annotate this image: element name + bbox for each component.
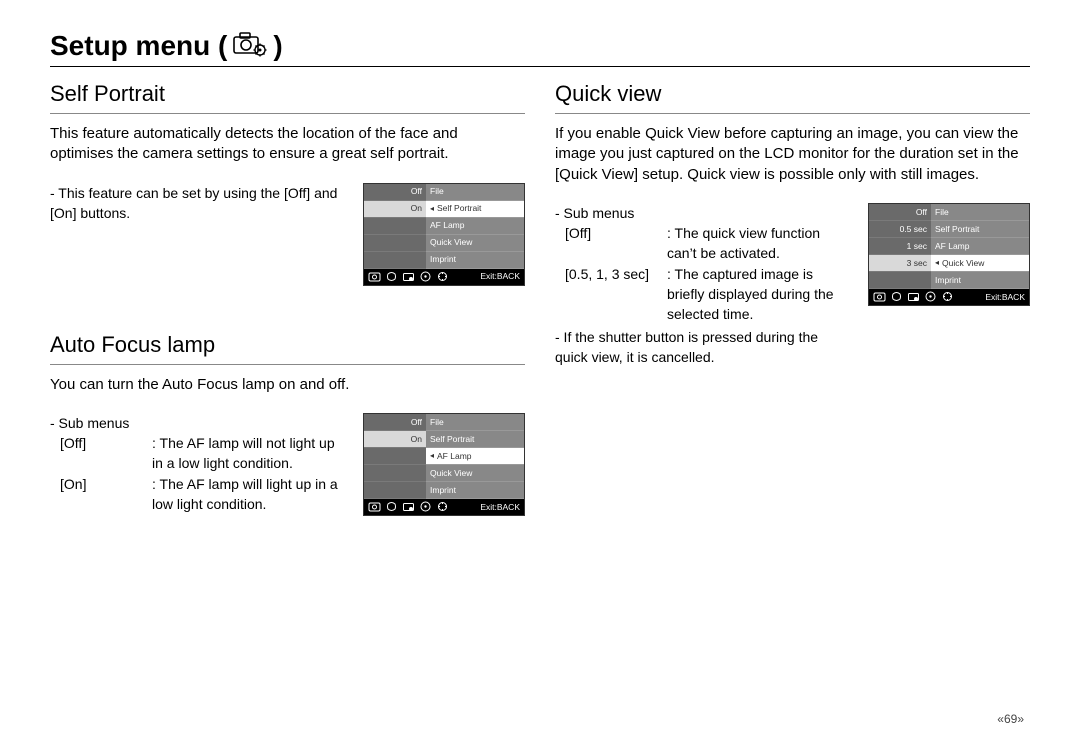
screen-right-opt: File — [426, 184, 524, 201]
quick-view-desc: If you enable Quick View before capturin… — [555, 124, 1030, 185]
screen-right-opt: File — [931, 204, 1029, 221]
af-lamp-row-off-val: : The AF lamp will not light up in a low… — [152, 433, 341, 474]
screen-right-opt: File — [426, 414, 524, 431]
screen-right-opt: AF Lamp — [426, 218, 524, 235]
screen-left-opt: 1 sec — [869, 238, 931, 255]
screen-exit-label: Exit:BACK — [985, 293, 1025, 302]
right-column: Quick view If you enable Quick View befo… — [555, 81, 1030, 516]
screen-left-opt — [364, 448, 426, 465]
qv-row-sec-key: [0.5, 1, 3 sec] — [565, 264, 661, 325]
screen-footer-icons — [873, 291, 954, 302]
screen-exit-label: Exit:BACK — [480, 503, 520, 512]
screen-footer: Exit:BACK — [869, 289, 1029, 305]
screen-left-opt: 3 sec — [869, 255, 931, 272]
af-lamp-row-on-val: : The AF lamp will light up in a low lig… — [152, 474, 341, 515]
qv-row-sec-val: : The captured image is briefly displaye… — [667, 264, 846, 325]
qv-note: - If the shutter button is pressed durin… — [555, 327, 846, 368]
quick-view-screen: Off0.5 sec1 sec3 sec FileSelf PortraitAF … — [868, 203, 1030, 306]
screen-footer-icons — [368, 271, 449, 282]
screen-footer: Exit:BACK — [364, 269, 524, 285]
quick-view-heading: Quick view — [555, 81, 1030, 107]
af-lamp-row-on-key: [On] — [60, 474, 146, 515]
screen-right-opt: Quick View — [426, 465, 524, 482]
qv-row-off-val: : The quick view function can’t be activ… — [667, 223, 846, 264]
af-lamp-desc: You can turn the Auto Focus lamp on and … — [50, 375, 525, 395]
af-lamp-heading: Auto Focus lamp — [50, 332, 525, 358]
af-lamp-row-on: [On] : The AF lamp will light up in a lo… — [60, 474, 341, 515]
screen-left-opt — [364, 482, 426, 499]
screen-left-opt — [364, 218, 426, 235]
self-portrait-block: - This feature can be set by using the [… — [50, 183, 525, 286]
screen-right-opt: Quick View — [426, 235, 524, 252]
section-rule — [50, 113, 525, 114]
screen-left-opt — [869, 272, 931, 289]
screen-left-opt: On — [364, 201, 426, 218]
screen-right-opt: Self Portrait — [426, 201, 524, 218]
self-portrait-screen: OffOnFileSelf PortraitAF LampQuick ViewI… — [363, 183, 525, 286]
screen-footer: Exit:BACK — [364, 499, 524, 515]
screen-right-opt: Imprint — [426, 482, 524, 499]
page-number: «69» — [997, 712, 1024, 726]
section-rule — [555, 113, 1030, 114]
screen-right-opt: Imprint — [931, 272, 1029, 289]
page-title-row: Setup menu ( ) — [50, 30, 1030, 62]
screen-right-opt: Imprint — [426, 252, 524, 269]
screen-footer-icons — [368, 501, 449, 512]
screen-left-opt — [364, 465, 426, 482]
section-rule — [50, 364, 525, 365]
screen-left-opt: Off — [364, 414, 426, 431]
screen-right-opt: Self Portrait — [931, 221, 1029, 238]
screen-left-opt — [364, 235, 426, 252]
screen-right-opt: AF Lamp — [426, 448, 524, 465]
screen-left-opt: Off — [364, 184, 426, 201]
self-portrait-note: - This feature can be set by using the [… — [50, 183, 341, 224]
af-lamp-block: - Sub menus [Off] : The AF lamp will not… — [50, 413, 525, 516]
self-portrait-desc: This feature automatically detects the l… — [50, 124, 525, 165]
page-title-start: Setup menu ( — [50, 30, 227, 62]
screen-left-opt — [364, 252, 426, 269]
screen-exit-label: Exit:BACK — [480, 272, 520, 281]
qv-row-sec: [0.5, 1, 3 sec] : The captured image is … — [565, 264, 846, 325]
quick-view-sub-label: - Sub menus — [555, 203, 846, 223]
screen-right-opt: Quick View — [931, 255, 1029, 272]
columns: Self Portrait This feature automatically… — [50, 81, 1030, 516]
left-column: Self Portrait This feature automatically… — [50, 81, 525, 516]
af-lamp-sub-label: - Sub menus — [50, 413, 341, 433]
qv-row-off-key: [Off] — [565, 223, 661, 264]
af-lamp-row-off: [Off] : The AF lamp will not light up in… — [60, 433, 341, 474]
screen-left-opt: Off — [869, 204, 931, 221]
af-lamp-screen: OffOnFileSelf PortraitAF LampQuick ViewI… — [363, 413, 525, 516]
page: Setup menu ( ) — [0, 0, 1080, 746]
screen-left-opt: 0.5 sec — [869, 221, 931, 238]
camera-gear-icon — [233, 31, 267, 62]
af-lamp-detail: - Sub menus [Off] : The AF lamp will not… — [50, 413, 341, 514]
page-title-end: ) — [273, 30, 282, 62]
self-portrait-heading: Self Portrait — [50, 81, 525, 107]
title-rule — [50, 66, 1030, 67]
qv-row-off: [Off] : The quick view function can’t be… — [565, 223, 846, 264]
quick-view-detail: - Sub menus [Off] : The quick view funct… — [555, 203, 846, 367]
screen-left-opt: On — [364, 431, 426, 448]
af-lamp-row-off-key: [Off] — [60, 433, 146, 474]
quick-view-block: - Sub menus [Off] : The quick view funct… — [555, 203, 1030, 367]
screen-right-opt: AF Lamp — [931, 238, 1029, 255]
screen-right-opt: Self Portrait — [426, 431, 524, 448]
